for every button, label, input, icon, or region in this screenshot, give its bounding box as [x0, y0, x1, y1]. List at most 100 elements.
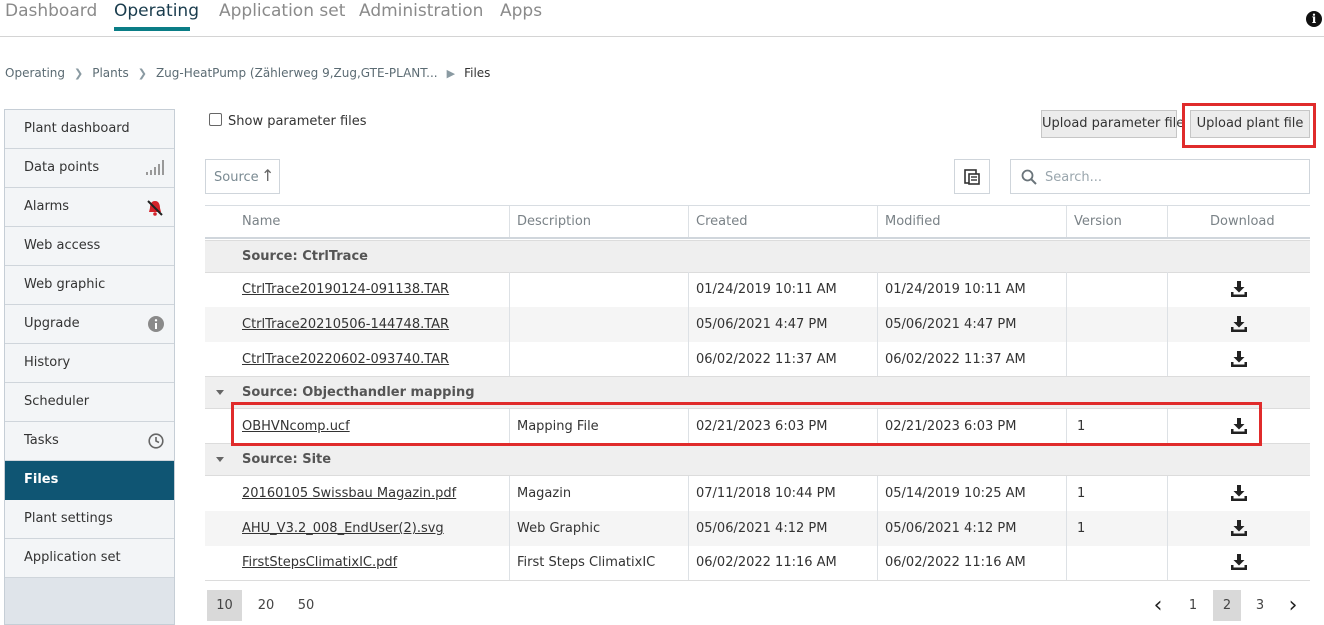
active-tab-indicator [114, 27, 190, 31]
sidebar-item-tasks[interactable]: Tasks [5, 422, 174, 461]
sidebar-item-alarms[interactable]: Alarms [5, 188, 174, 227]
download-icon[interactable] [1230, 485, 1248, 502]
sidebar-item-scheduler[interactable]: Scheduler [5, 383, 174, 422]
file-description: Web Graphic [517, 521, 601, 536]
top-navigation: Dashboard Operating Application set Admi… [0, 0, 1324, 37]
file-name-link[interactable]: CtrlTrace20220602-093740.TAR [242, 342, 449, 377]
tab-dashboard[interactable]: Dashboard [5, 1, 97, 21]
search-input[interactable] [1045, 168, 1295, 186]
file-description: Magazin [517, 486, 572, 501]
page-button-1[interactable]: 1 [1179, 590, 1207, 621]
sidebar-item-web-graphic[interactable]: Web graphic [5, 266, 174, 305]
file-created: 06/02/2022 11:37 AM [696, 352, 837, 367]
column-header-download: Download [1210, 214, 1275, 229]
table-row: FirstStepsClimatixIC.pdf First Steps Cli… [205, 545, 1310, 580]
sidebar-item-label: Application set [24, 550, 121, 565]
file-modified: 06/02/2022 11:16 AM [885, 555, 1026, 570]
upload-parameter-file-button[interactable]: Upload parameter file [1041, 110, 1184, 138]
file-name-link[interactable]: FirstStepsClimatixIC.pdf [242, 545, 397, 580]
sidebar-item-label: Plant settings [24, 511, 113, 526]
sidebar-item-label: Alarms [24, 199, 70, 214]
chevron-right-icon[interactable]: › [1279, 590, 1307, 621]
sidebar-item-label: Data points [24, 160, 100, 175]
info-icon[interactable]: i [1306, 11, 1322, 27]
sidebar-item-label: Upgrade [24, 316, 80, 331]
breadcrumb-operating[interactable]: Operating [5, 66, 65, 80]
sidebar-item-label: Files [24, 472, 59, 487]
collapse-triangle-icon[interactable] [216, 390, 224, 395]
download-icon[interactable] [1230, 351, 1248, 368]
download-icon[interactable] [1230, 316, 1248, 333]
download-icon[interactable] [1230, 281, 1248, 298]
file-created: 06/02/2022 11:16 AM [696, 555, 837, 570]
file-version: 1 [1077, 486, 1086, 501]
column-divider [1167, 206, 1168, 237]
table-header: Name Description Created Modified Versio… [205, 205, 1310, 239]
show-parameter-files-label: Show parameter files [228, 114, 367, 129]
play-arrow-icon: ▶ [446, 67, 456, 80]
highlight-box [1182, 103, 1316, 148]
tab-operating[interactable]: Operating [114, 1, 199, 21]
table-row: 20160105 Swissbau Magazin.pdf Magazin 07… [205, 476, 1310, 511]
sidebar-item-application-set[interactable]: Application set [5, 539, 174, 578]
table-bottom-border [205, 580, 1310, 581]
column-header-version[interactable]: Version [1074, 206, 1122, 237]
chevron-left-icon[interactable]: ‹ [1144, 590, 1172, 621]
table-row: AHU_V3.2_008_EndUser(2).svg Web Graphic … [205, 511, 1310, 546]
file-name-link[interactable]: CtrlTrace20190124-091138.TAR [242, 272, 449, 307]
group-row[interactable]: Source: CtrlTrace [205, 240, 1310, 273]
file-modified: 01/24/2019 10:11 AM [885, 282, 1026, 297]
chevron-right-icon: ❯ [74, 67, 84, 80]
page-size-50[interactable]: 50 [290, 590, 322, 621]
show-parameter-files-checkbox[interactable] [209, 113, 222, 126]
page-button-3[interactable]: 3 [1246, 590, 1274, 621]
info-icon [148, 316, 164, 332]
search-box [1010, 159, 1310, 194]
page-size-20[interactable]: 20 [250, 590, 282, 621]
sidebar-item-label: Plant dashboard [24, 121, 130, 136]
tab-apps[interactable]: Apps [500, 1, 542, 21]
breadcrumb-plants[interactable]: Plants [92, 66, 129, 80]
table-row: CtrlTrace20210506-144748.TAR 05/06/2021 … [205, 307, 1310, 342]
sidebar-item-label: Web graphic [24, 277, 106, 292]
sidebar-item-upgrade[interactable]: Upgrade [5, 305, 174, 344]
sidebar-item-files[interactable]: Files [5, 461, 174, 500]
group-label: Source: CtrlTrace [242, 249, 368, 264]
sidebar-item-label: Scheduler [24, 394, 90, 409]
sidebar-item-history[interactable]: History [5, 344, 174, 383]
file-name-link[interactable]: CtrlTrace20210506-144748.TAR [242, 307, 449, 342]
signal-bars-icon [146, 160, 164, 175]
column-header-modified[interactable]: Modified [885, 206, 940, 237]
table-row: CtrlTrace20220602-093740.TAR 06/02/2022 … [205, 342, 1310, 377]
column-divider [509, 206, 510, 237]
breadcrumb-plant[interactable]: Zug-HeatPump (Zählerweg 9,Zug,GTE-PLANT.… [156, 66, 438, 80]
file-version: 1 [1077, 521, 1086, 536]
tab-administration[interactable]: Administration [359, 1, 483, 21]
sort-source-button[interactable]: Source ↑ [205, 159, 280, 194]
column-header-name[interactable]: Name [242, 206, 280, 237]
sidebar-item-plant-settings[interactable]: Plant settings [5, 500, 174, 539]
tab-application-set[interactable]: Application set [219, 1, 345, 21]
column-header-created[interactable]: Created [696, 206, 747, 237]
sidebar-item-web-access[interactable]: Web access [5, 227, 174, 266]
page-button-2[interactable]: 2 [1213, 590, 1241, 621]
sidebar: Plant dashboard Data points Alarms Web a… [4, 109, 175, 625]
table-row: CtrlTrace20190124-091138.TAR 01/24/2019 … [205, 272, 1310, 307]
sidebar-item-plant-dashboard[interactable]: Plant dashboard [5, 110, 174, 149]
column-divider [688, 206, 689, 237]
group-row[interactable]: Source: Site [205, 443, 1310, 476]
download-icon[interactable] [1230, 520, 1248, 537]
file-created: 01/24/2019 10:11 AM [696, 282, 837, 297]
group-label: Source: Site [242, 452, 332, 467]
export-button[interactable] [954, 159, 990, 194]
chevron-right-icon: ❯ [137, 67, 147, 80]
file-name-link[interactable]: 20160105 Swissbau Magazin.pdf [242, 476, 456, 511]
sidebar-item-label: History [24, 355, 71, 370]
file-name-link[interactable]: AHU_V3.2_008_EndUser(2).svg [242, 511, 444, 546]
page-size-10[interactable]: 10 [207, 590, 242, 621]
sidebar-item-data-points[interactable]: Data points [5, 149, 174, 188]
collapse-triangle-icon[interactable] [216, 457, 224, 462]
column-header-description[interactable]: Description [517, 206, 591, 237]
file-description: First Steps ClimatixIC [517, 555, 656, 570]
download-icon[interactable] [1230, 554, 1248, 571]
